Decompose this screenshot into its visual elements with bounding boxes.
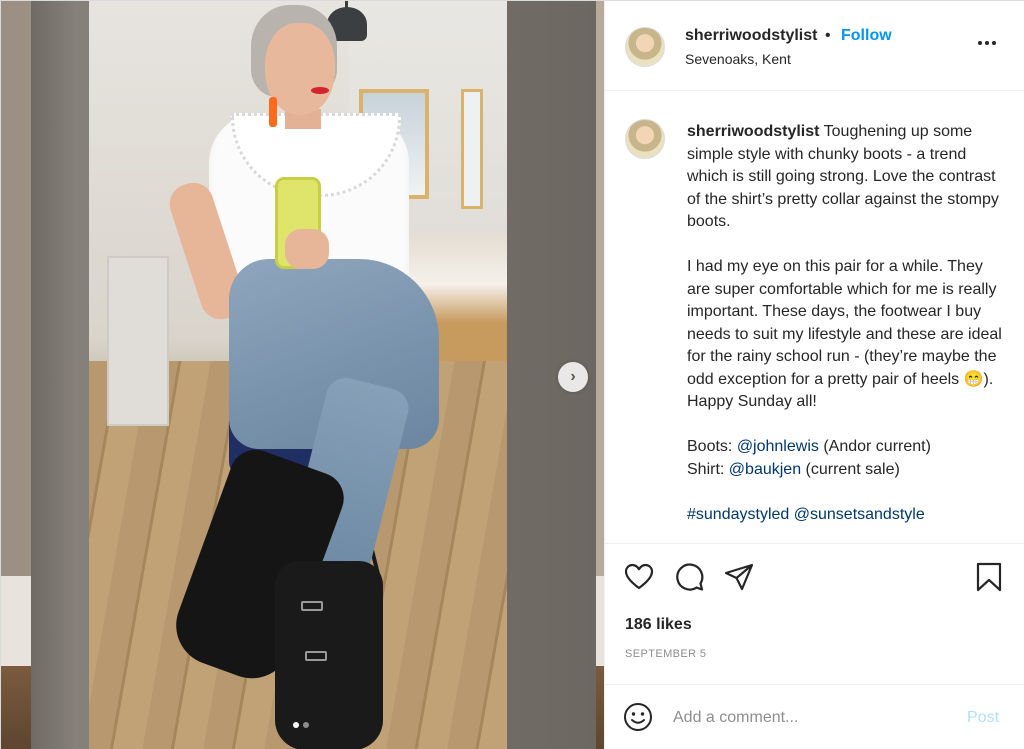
mention-link[interactable]: @johnlewis xyxy=(737,438,819,455)
emoji-icon[interactable] xyxy=(623,702,653,732)
post-side-panel: sherriwoodstylist • Follow Sevenoaks, Ke… xyxy=(604,1,1024,749)
more-options-button[interactable] xyxy=(975,31,999,55)
bullet-separator: • xyxy=(825,27,831,44)
instagram-post-window: › sherriwoodstylist • Follow Sevenoaks, … xyxy=(0,0,1024,749)
carousel-indicator xyxy=(293,722,309,728)
comment-input[interactable] xyxy=(673,705,953,731)
carousel-dot-active xyxy=(293,722,299,728)
more-dot-icon xyxy=(978,41,982,45)
boot-buckle xyxy=(301,601,323,611)
caption-scroll-area[interactable]: sherriwoodstylist Toughening up some sim… xyxy=(605,91,1024,544)
post-photo[interactable]: › xyxy=(1,1,604,749)
mention-link[interactable]: @sunsetsandstyle xyxy=(794,506,925,523)
hashtag-link[interactable]: #sundaystyled xyxy=(687,506,789,523)
send-icon[interactable] xyxy=(723,561,755,593)
chevron-right-icon: › xyxy=(570,368,576,385)
caption-text: (current sale) xyxy=(805,460,900,478)
carousel-next-button[interactable]: › xyxy=(558,362,588,392)
action-bar xyxy=(605,561,1024,601)
location-link[interactable]: Sevenoaks, Kent xyxy=(685,51,791,67)
likes-count[interactable]: 186 likes xyxy=(625,616,692,634)
comment-bar: Post xyxy=(605,684,1024,749)
mention-link[interactable]: @baukjen xyxy=(729,461,801,478)
post-header: sherriwoodstylist • Follow Sevenoaks, Ke… xyxy=(605,1,1024,91)
avatar[interactable] xyxy=(625,27,665,67)
post-comment-button[interactable]: Post xyxy=(967,709,999,727)
post-date[interactable]: SEPTEMBER 5 xyxy=(625,648,706,660)
heart-icon[interactable] xyxy=(623,561,655,593)
black-boot xyxy=(275,561,383,749)
avatar[interactable] xyxy=(625,119,665,159)
mirror-reflection xyxy=(89,1,507,749)
caption-username[interactable]: sherriwoodstylist xyxy=(687,123,819,140)
hand xyxy=(285,229,329,269)
bookmark-icon[interactable] xyxy=(973,561,1005,593)
earring xyxy=(269,97,277,127)
more-dot-icon xyxy=(985,41,989,45)
more-dot-icon xyxy=(992,41,996,45)
carousel-dot xyxy=(303,722,309,728)
caption-text: Toughening up some simple style with chu… xyxy=(687,123,1002,455)
reflection-dresser xyxy=(107,256,169,426)
post-caption: sherriwoodstylist Toughening up some sim… xyxy=(687,121,1007,526)
boot-buckle xyxy=(305,651,327,661)
comment-icon[interactable] xyxy=(673,561,705,593)
follow-button[interactable]: Follow xyxy=(841,27,892,45)
reflection-window-2 xyxy=(461,89,483,209)
header-username[interactable]: sherriwoodstylist xyxy=(685,27,817,45)
red-lips xyxy=(311,87,329,94)
